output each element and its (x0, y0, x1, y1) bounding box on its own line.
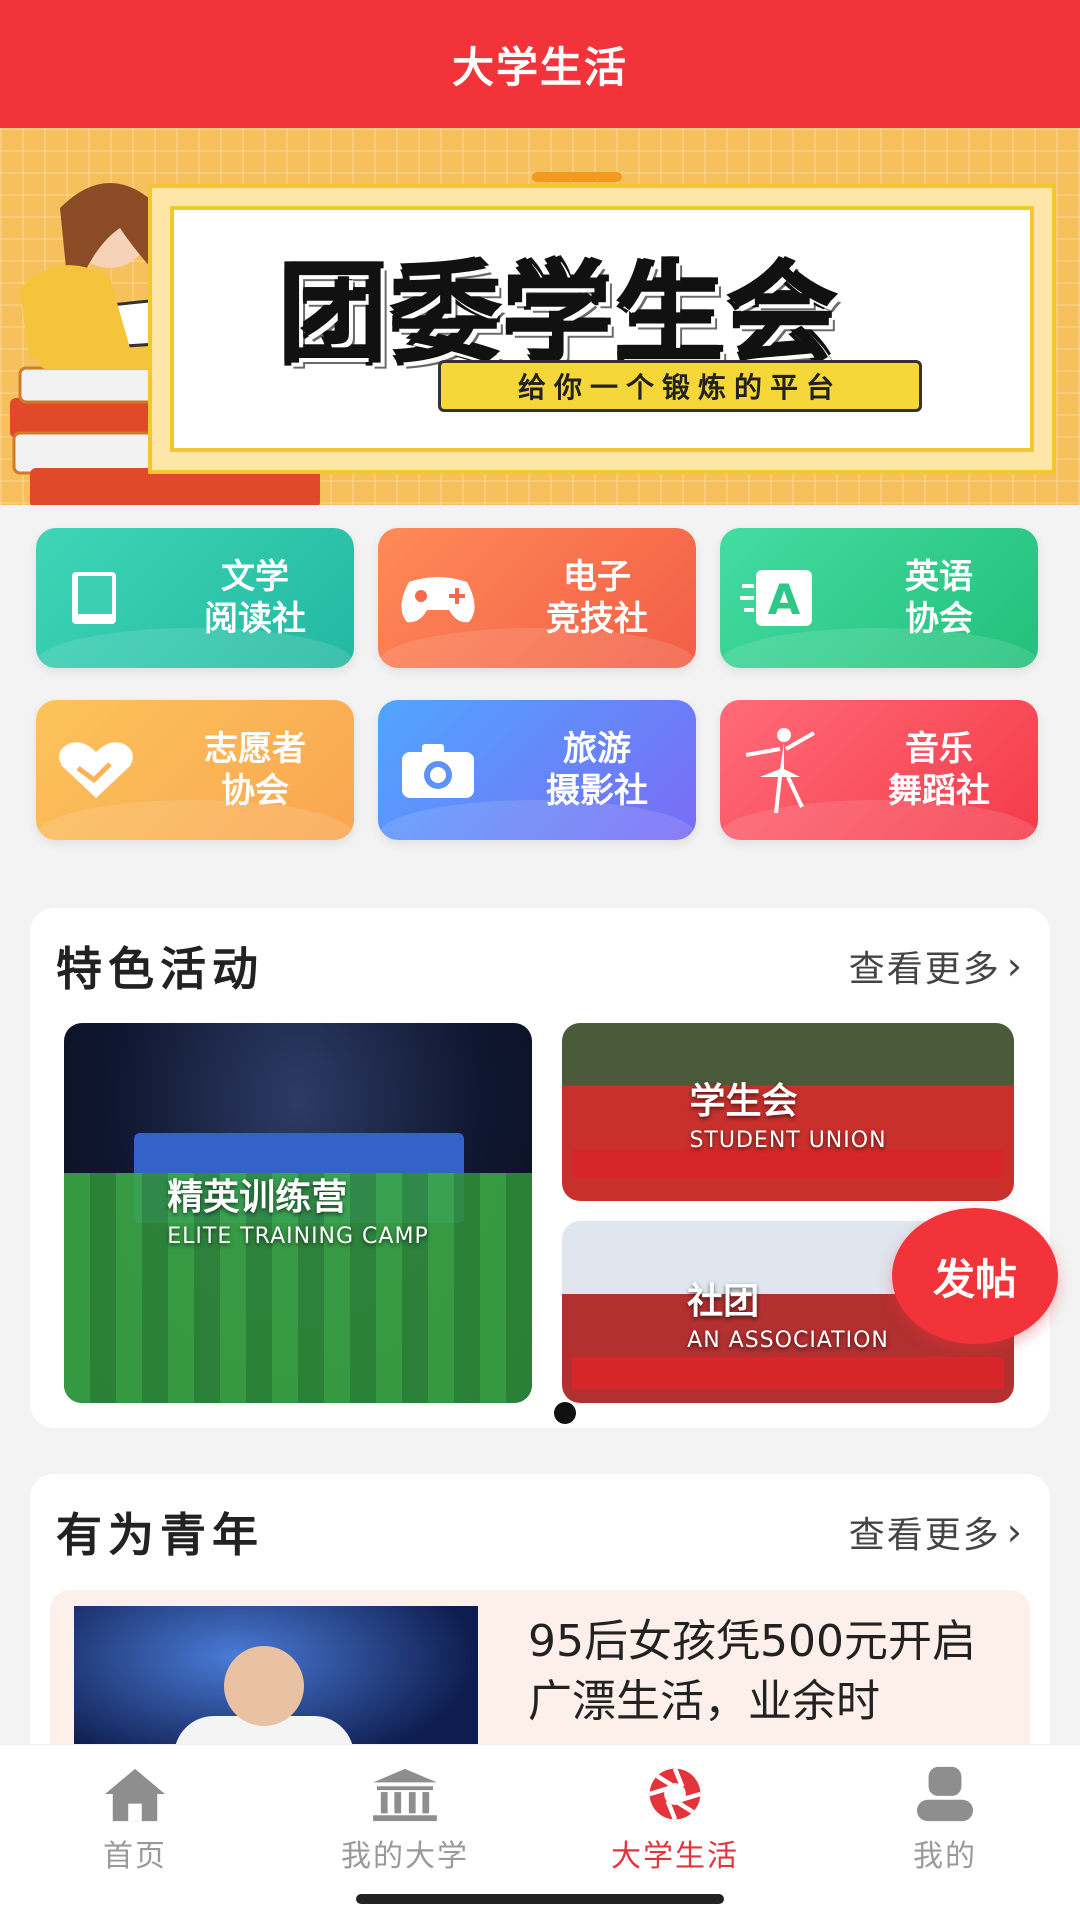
svg-text:A: A (768, 575, 801, 624)
carousel-indicator-dot[interactable] (554, 1402, 576, 1424)
activity-title: 社团 (687, 1280, 760, 1322)
tab-my-university[interactable]: 我的大学 (270, 1765, 540, 1875)
chevron-right-icon: › (1006, 1510, 1024, 1554)
section-title: 特色活动 (56, 942, 264, 996)
view-more-label: 查看更多 (848, 1515, 1001, 1556)
club-label: 旅游 摄影社 (546, 729, 648, 811)
view-more-link[interactable]: 查看更多 › (849, 940, 1024, 992)
club-label: 志愿者 协会 (204, 729, 306, 811)
tab-home[interactable]: 首页 (0, 1765, 270, 1875)
hero-banner[interactable]: 团委学生会 给你一个锻炼的平台 (0, 128, 1080, 505)
post-button-label: 发帖 (932, 1254, 1017, 1304)
activity-caption: 精英训练营 ELITE TRAINING CAMP (167, 1168, 428, 1249)
page-title: 大学生活 (451, 42, 628, 92)
featured-activities-card: 特色活动 查看更多 › 精英训练营 ELITE TRAINING CAMP 学生… (30, 908, 1050, 1428)
section-title: 有为青年 (56, 1508, 264, 1562)
tab-label: 我的 (913, 1839, 977, 1874)
letter-a-icon: A (720, 528, 840, 668)
tab-college-life[interactable]: 大学生活 (540, 1765, 810, 1875)
activity-caption: 学生会 STUDENT UNION (689, 1072, 886, 1153)
section-header: 有为青年 查看更多 › (56, 1504, 1024, 1562)
top-app-bar: 大学生活 (0, 0, 1080, 128)
club-label: 英语 协会 (905, 557, 973, 639)
aperture-icon (648, 1767, 702, 1821)
club-grid: 文学 阅读社 电子 竞技社 A 英语 协会 志愿者 协会 旅游 摄影社 音乐 舞… (36, 528, 1040, 840)
club-esports[interactable]: 电子 竞技社 (378, 528, 696, 668)
view-more-link[interactable]: 查看更多 › (849, 1506, 1024, 1558)
heart-hands-icon (36, 700, 156, 840)
post-button[interactable]: 发帖 (892, 1208, 1058, 1344)
club-label: 音乐 舞蹈社 (888, 729, 990, 811)
article-item[interactable]: 95后女孩凭500元开启广漂生活，业余时 (50, 1590, 1030, 1770)
user-icon (916, 1766, 974, 1822)
club-travel-photography[interactable]: 旅游 摄影社 (378, 700, 696, 840)
board-hanger (532, 172, 622, 182)
university-icon (373, 1768, 437, 1822)
club-volunteer[interactable]: 志愿者 协会 (36, 700, 354, 840)
dancer-icon (720, 700, 840, 840)
club-english[interactable]: A 英语 协会 (720, 528, 1038, 668)
chevron-right-icon: › (1006, 944, 1024, 988)
group-photo-banner (572, 1149, 1004, 1177)
home-indicator[interactable] (356, 1894, 724, 1904)
activity-caption: 社团 AN ASSOCIATION (687, 1272, 889, 1353)
club-label: 电子 竞技社 (546, 557, 648, 639)
thumbnail-figure-head (224, 1646, 304, 1726)
view-more-label: 查看更多 (848, 949, 1001, 990)
club-label: 文学 阅读社 (204, 557, 306, 639)
activity-card-elite-camp[interactable]: 精英训练营 ELITE TRAINING CAMP (64, 1023, 532, 1403)
club-literature-reading[interactable]: 文学 阅读社 (36, 528, 354, 668)
activity-subtitle: AN ASSOCIATION (687, 1327, 889, 1353)
book-icon (36, 528, 156, 668)
camera-icon (378, 700, 498, 840)
activity-title: 学生会 (689, 1080, 798, 1122)
activity-subtitle: STUDENT UNION (689, 1127, 887, 1153)
gamepad-icon (378, 528, 498, 668)
home-icon (105, 1768, 165, 1822)
tab-profile[interactable]: 我的 (810, 1765, 1080, 1875)
section-header: 特色活动 查看更多 › (56, 938, 1024, 996)
article-title: 95后女孩凭500元开启广漂生活，业余时 (528, 1616, 976, 1727)
group-photo-banner (572, 1357, 1004, 1389)
activity-subtitle: ELITE TRAINING CAMP (167, 1223, 429, 1249)
tab-label: 大学生活 (611, 1839, 739, 1874)
activity-card-student-union[interactable]: 学生会 STUDENT UNION (562, 1023, 1014, 1201)
activity-title: 精英训练营 (167, 1176, 348, 1218)
banner-subtitle: 给你一个锻炼的平台 (438, 360, 922, 412)
tab-label: 我的大学 (341, 1839, 469, 1874)
club-music-dance[interactable]: 音乐 舞蹈社 (720, 700, 1038, 840)
tab-label: 首页 (103, 1839, 167, 1874)
